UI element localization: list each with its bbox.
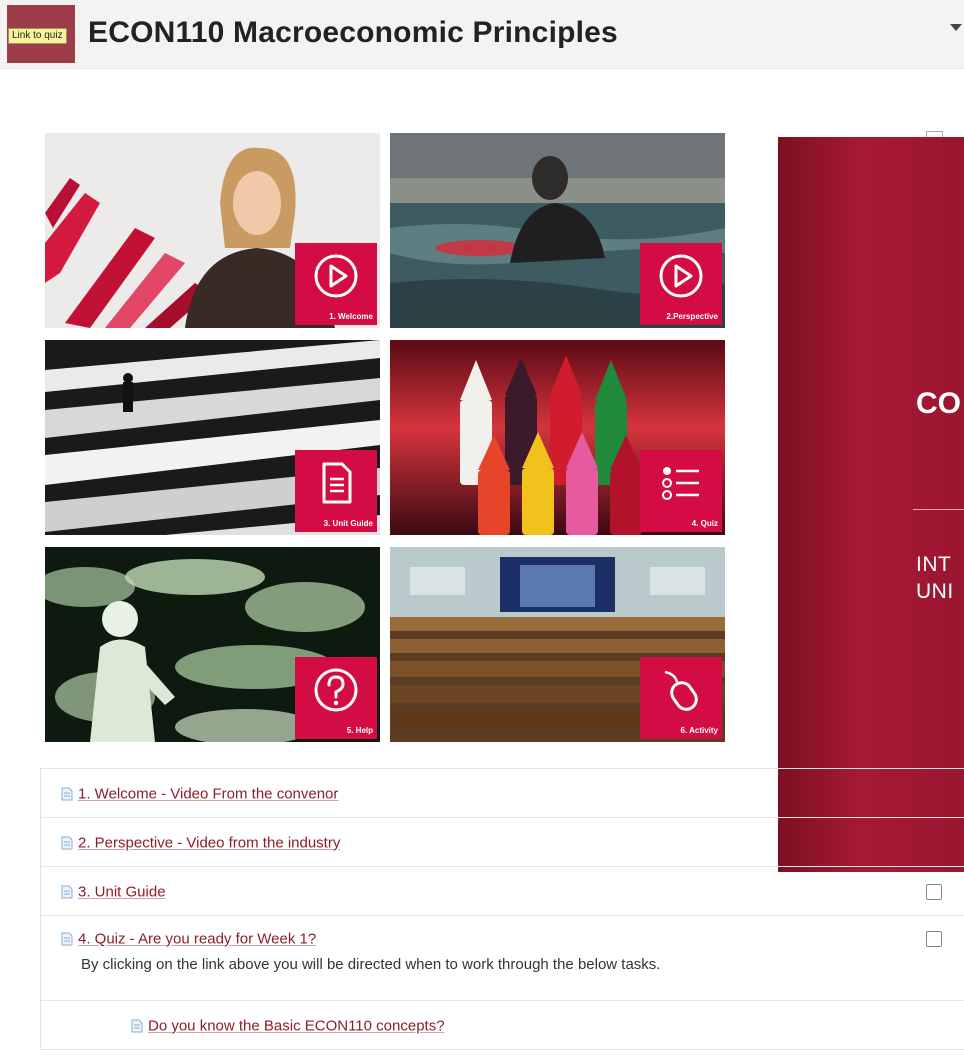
tile-label: 3. Unit Guide xyxy=(323,519,373,528)
activity-link[interactable]: Do you know the Basic ECON110 concepts? xyxy=(148,1018,445,1035)
tile-label: 2.Perspective xyxy=(666,312,718,321)
tile-label: 4. Quiz xyxy=(691,519,718,528)
file-icon xyxy=(61,787,73,801)
mouse-icon xyxy=(664,670,698,711)
list-item: 2. Perspective - Video from the industry xyxy=(41,818,964,867)
list-item: 3. Unit Guide xyxy=(41,867,964,916)
list-item: 1. Welcome - Video From the convenor xyxy=(41,769,964,818)
activity-link[interactable]: 1. Welcome - Video From the convenor xyxy=(78,786,338,803)
overlay-heading: CO xyxy=(916,387,961,420)
tile-help[interactable]: 5. Help xyxy=(45,547,380,742)
overlay-sub-line: UNI xyxy=(916,580,954,603)
overlay-divider xyxy=(913,509,964,510)
activity-link[interactable]: 3. Unit Guide xyxy=(78,884,166,901)
chevron-down-icon[interactable] xyxy=(950,24,962,31)
tile-badge: 5. Help xyxy=(295,657,377,739)
tile-label: 1. Welcome xyxy=(329,312,373,321)
tile-badge: 6. Activity xyxy=(640,657,722,739)
file-icon xyxy=(61,836,73,850)
list-icon xyxy=(662,467,699,500)
tile-activity[interactable]: 6. Activity xyxy=(390,547,725,742)
tile-badge: 2.Perspective xyxy=(640,243,722,325)
list-item: Do you know the Basic ECON110 concepts? xyxy=(41,1001,964,1050)
activity-link-wrap[interactable]: 3. Unit Guide xyxy=(61,883,166,901)
completion-checkbox[interactable] xyxy=(926,884,942,900)
promo-overlay-panel: CO INT UNI xyxy=(778,137,964,872)
activity-link[interactable]: 4. Quiz - Are you ready for Week 1? xyxy=(78,931,316,948)
activity-link-wrap[interactable]: 2. Perspective - Video from the industry xyxy=(61,834,340,852)
play-icon xyxy=(314,254,358,298)
activity-link-wrap[interactable]: 4. Quiz - Are you ready for Week 1? xyxy=(61,930,316,948)
tile-badge: 4. Quiz xyxy=(640,450,722,532)
tile-label: 5. Help xyxy=(346,726,373,735)
quiz-description: By clicking on the link above you will b… xyxy=(81,956,661,973)
activity-link[interactable]: 2. Perspective - Video from the industry xyxy=(78,835,340,852)
activity-list: 1. Welcome - Video From the convenor 2. … xyxy=(40,768,964,1050)
completion-checkbox[interactable] xyxy=(926,931,942,947)
link-tooltip: Link to quiz xyxy=(8,28,67,44)
file-icon xyxy=(61,885,73,899)
activity-link-wrap[interactable]: Do you know the Basic ECON110 concepts? xyxy=(131,1017,445,1035)
tile-quiz[interactable]: 4. Quiz xyxy=(390,340,725,535)
file-icon xyxy=(61,932,73,946)
question-icon xyxy=(314,668,358,712)
overlay-sub-line: INT xyxy=(916,553,952,576)
play-icon xyxy=(659,254,703,298)
overlay-subheading: INT UNI xyxy=(916,551,954,605)
tile-unit-guide[interactable]: 3. Unit Guide xyxy=(45,340,380,535)
tile-label: 6. Activity xyxy=(680,726,719,735)
list-item: 4. Quiz - Are you ready for Week 1? By c… xyxy=(41,916,964,1001)
tile-perspective[interactable]: 2.Perspective xyxy=(390,133,725,328)
tile-welcome[interactable]: 1. Welcome xyxy=(45,133,380,328)
course-header: Link to quiz ECON110 Macroeconomic Princ… xyxy=(0,0,964,69)
activity-link-wrap[interactable]: 1. Welcome - Video From the convenor xyxy=(61,785,338,803)
file-icon xyxy=(131,1019,143,1033)
document-icon xyxy=(322,462,352,504)
course-title[interactable]: ECON110 Macroeconomic Principles xyxy=(88,16,618,50)
tile-badge: 1. Welcome xyxy=(295,243,377,325)
tile-badge: 3. Unit Guide xyxy=(295,450,377,532)
